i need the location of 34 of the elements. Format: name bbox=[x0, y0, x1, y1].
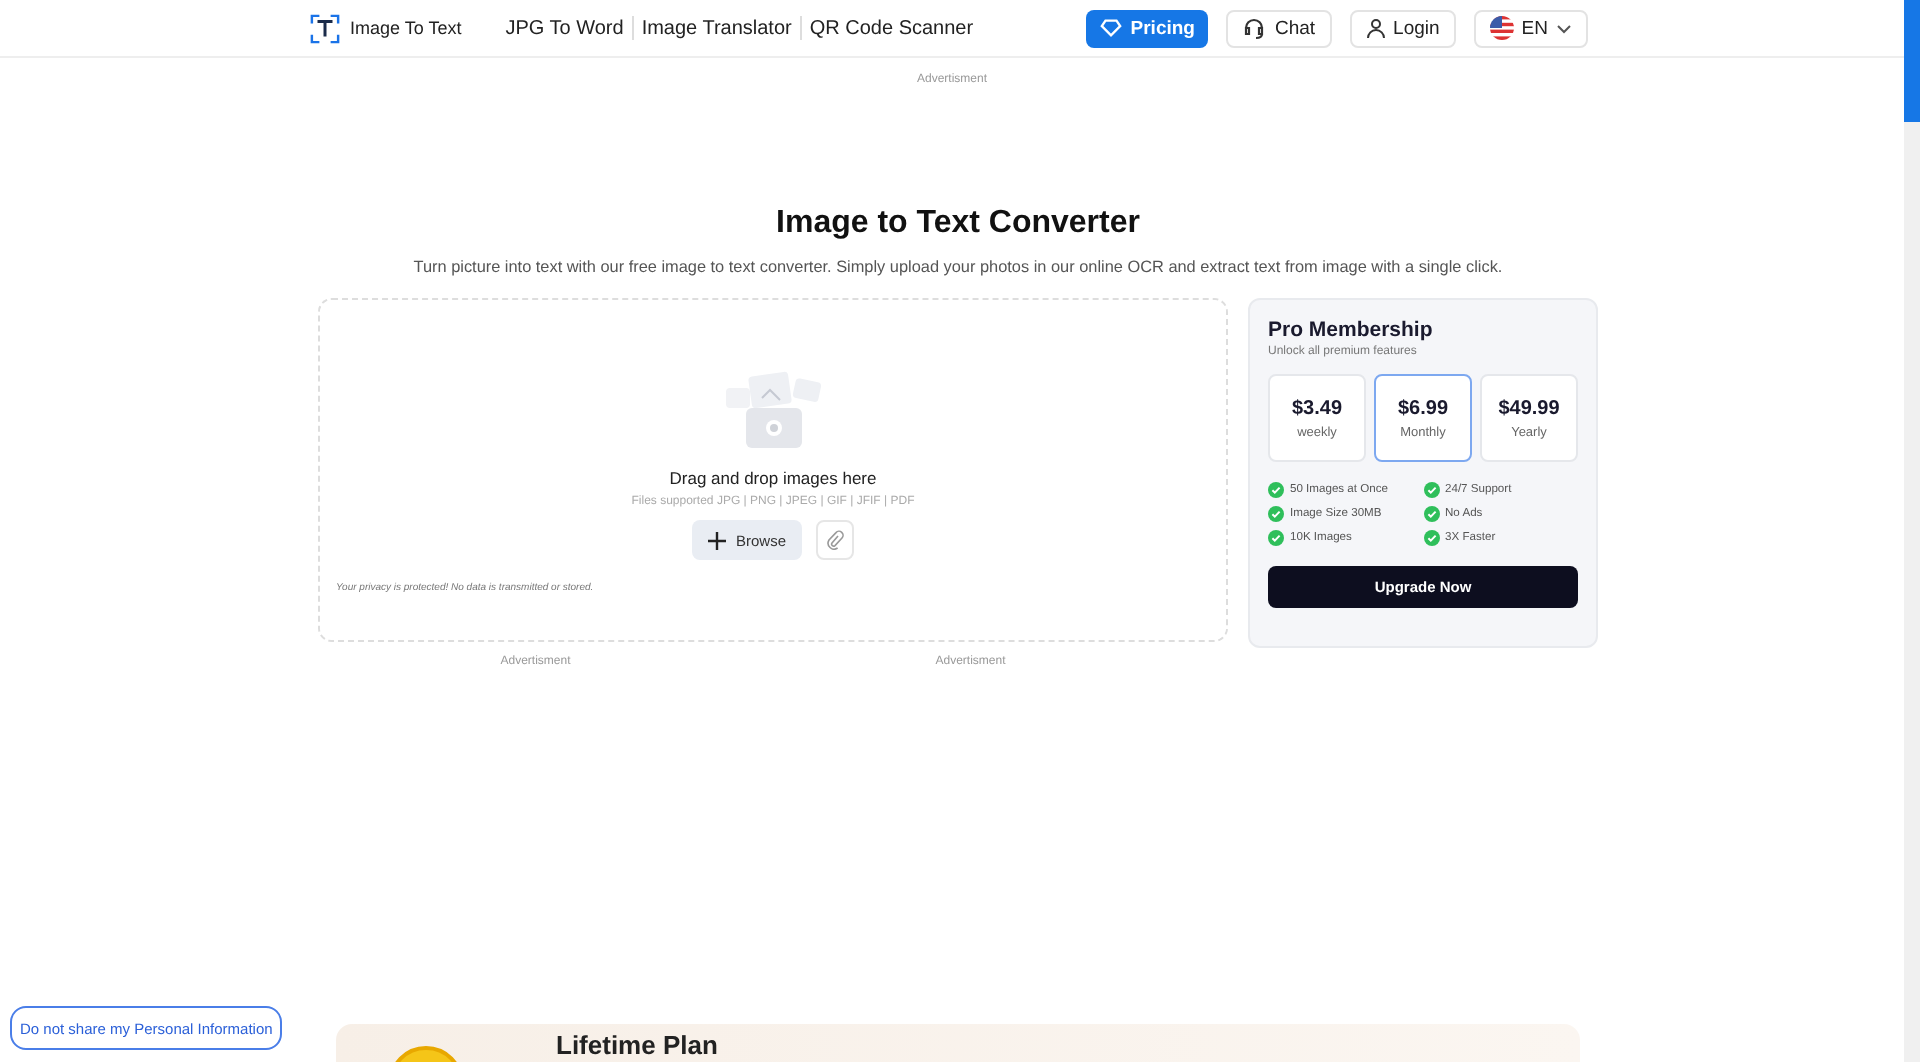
pricing-button[interactable]: Pricing bbox=[1086, 9, 1209, 47]
page-description: Turn picture into text with our free image to text converter. Simply upload your photos in our online OCR and extract text from image with a single click. bbox=[411, 258, 1505, 276]
language-selector[interactable]: EN bbox=[1473, 9, 1588, 47]
check-icon bbox=[1423, 482, 1439, 498]
logo-icon bbox=[310, 13, 340, 43]
check-icon bbox=[1423, 506, 1439, 522]
plus-icon bbox=[707, 531, 726, 549]
scrollbar[interactable] bbox=[1904, 0, 1920, 1062]
check-icon bbox=[1268, 506, 1284, 522]
nav-link[interactable]: JPG To Word bbox=[497, 17, 632, 39]
flag-icon bbox=[1489, 16, 1514, 40]
plan-price: $3.49 bbox=[1291, 397, 1343, 419]
page-title: Image to Text Converter bbox=[774, 206, 1142, 242]
banner-title: Lifetime Plan bbox=[556, 1032, 718, 1060]
login-button[interactable]: Login bbox=[1349, 9, 1456, 47]
nav-link[interactable]: Image Translator bbox=[633, 17, 800, 39]
card-title: Pro Membership bbox=[1268, 318, 1435, 342]
scrollbar-thumb[interactable] bbox=[1904, 0, 1920, 122]
upload-folder-drawing bbox=[721, 368, 825, 452]
chat-button[interactable]: Chat bbox=[1226, 9, 1332, 47]
logo-link[interactable]: Image To Text bbox=[310, 13, 462, 43]
diamond-icon bbox=[1100, 18, 1123, 38]
dropzone-heading: Drag and drop images here bbox=[669, 468, 877, 488]
nav-link[interactable]: QR Code Scanner bbox=[801, 17, 982, 39]
chevron-down-icon bbox=[1556, 23, 1572, 33]
attach-button[interactable] bbox=[816, 520, 854, 560]
check-icon bbox=[1268, 482, 1284, 498]
headset-icon bbox=[1242, 16, 1267, 40]
plan-price: $6.99 bbox=[1397, 397, 1449, 419]
check-icon bbox=[1423, 530, 1439, 546]
plan-price: $49.99 bbox=[1498, 397, 1560, 419]
user-icon bbox=[1365, 18, 1386, 38]
paperclip-icon bbox=[826, 530, 844, 550]
check-icon bbox=[1268, 530, 1284, 546]
